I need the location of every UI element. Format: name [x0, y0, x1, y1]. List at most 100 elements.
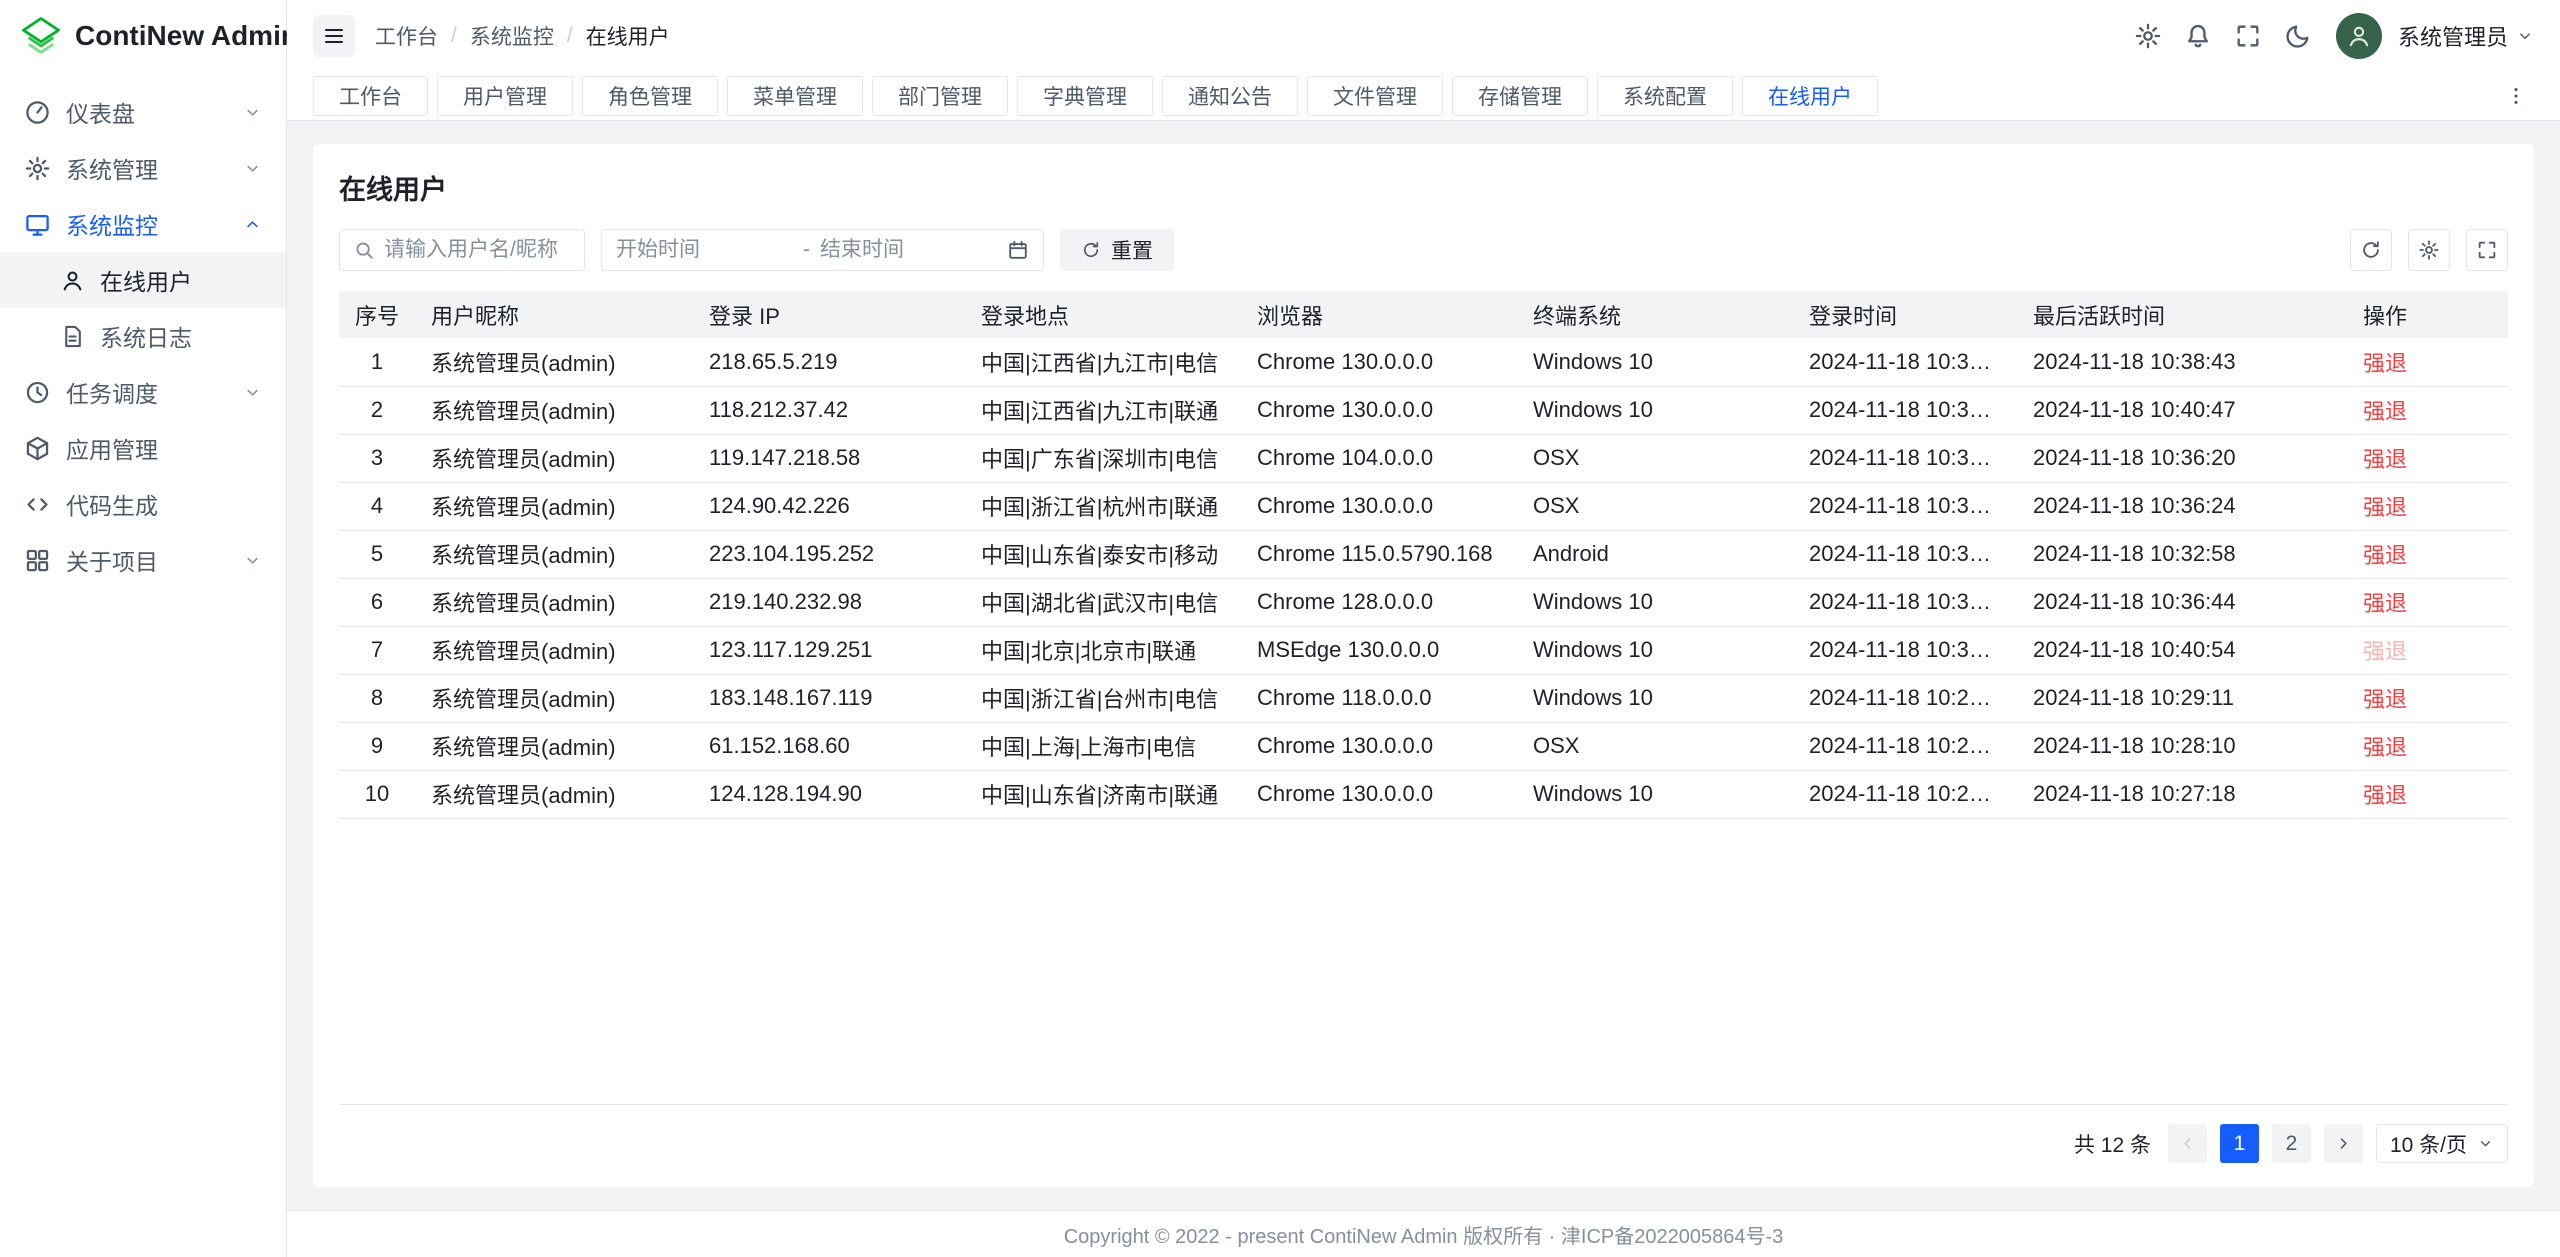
table-row: 5系统管理员(admin)223.104.195.252中国|山东省|泰安市|移… [339, 530, 2508, 578]
calendar-icon [1007, 239, 1029, 261]
force-logout-link[interactable]: 强退 [2363, 687, 2407, 712]
tab-4[interactable]: 部门管理 [872, 76, 1008, 116]
cell-last_active: 2024-11-18 10:38:43 [2017, 338, 2347, 386]
cell-location: 中国|山东省|济南市|联通 [965, 770, 1241, 818]
cell-location: 中国|浙江省|杭州市|联通 [965, 482, 1241, 530]
sidebar-item[interactable]: 任务调度 [0, 364, 286, 420]
cell-last_active: 2024-11-18 10:36:24 [2017, 482, 2347, 530]
tab-6[interactable]: 通知公告 [1162, 76, 1298, 116]
table-settings-button[interactable] [2408, 229, 2450, 271]
cell-ip: 61.152.168.60 [693, 722, 965, 770]
force-logout-link[interactable]: 强退 [2363, 735, 2407, 760]
tab-10[interactable]: 在线用户 [1742, 76, 1878, 116]
force-logout-link[interactable]: 强退 [2363, 639, 2407, 664]
start-time-input[interactable] [616, 238, 793, 262]
dark-mode-icon [2284, 22, 2312, 50]
cell-last_active: 2024-11-18 10:28:10 [2017, 722, 2347, 770]
tab-more-button[interactable] [2498, 78, 2534, 114]
sidebar-item[interactable]: 关于项目 [0, 532, 286, 588]
chevron-up-icon [243, 215, 262, 234]
page-size-select[interactable]: 10 条/页 [2376, 1124, 2508, 1163]
settings-button[interactable] [2126, 14, 2170, 58]
end-time-input[interactable] [820, 238, 997, 262]
cell-location: 中国|上海|上海市|电信 [965, 722, 1241, 770]
online-users-card: 在线用户 - 重置 [313, 144, 2534, 1187]
force-logout-link[interactable]: 强退 [2363, 351, 2407, 376]
cell-last_active: 2024-11-18 10:40:47 [2017, 386, 2347, 434]
tab-2[interactable]: 角色管理 [582, 76, 718, 116]
search-input[interactable] [384, 238, 571, 262]
force-logout-link[interactable]: 强退 [2363, 399, 2407, 424]
cell-browser: Chrome 115.0.5790.168 [1241, 530, 1517, 578]
table-body: 1系统管理员(admin)218.65.5.219中国|江西省|九江市|电信Ch… [339, 338, 2508, 818]
tab-1[interactable]: 用户管理 [437, 76, 573, 116]
tab-label: 字典管理 [1043, 81, 1127, 111]
cell-browser: Chrome 104.0.0.0 [1241, 434, 1517, 482]
next-page-button[interactable] [2324, 1124, 2363, 1163]
monitor-icon [24, 211, 51, 238]
tab-label: 用户管理 [463, 81, 547, 111]
tab-8[interactable]: 存储管理 [1452, 76, 1588, 116]
sidebar-subitem[interactable]: 在线用户 [0, 252, 286, 308]
avatar[interactable] [2336, 13, 2382, 59]
user-name[interactable]: 系统管理员 [2398, 20, 2508, 52]
table-refresh-button[interactable] [2350, 229, 2392, 271]
force-logout-link[interactable]: 强退 [2363, 591, 2407, 616]
cell-location: 中国|北京|北京市|联通 [965, 626, 1241, 674]
breadcrumb-item-workbench[interactable]: 工作台 [375, 21, 438, 51]
prev-page-button[interactable] [2168, 1124, 2207, 1163]
cell-no: 4 [339, 482, 415, 530]
column-header: 终端系统 [1517, 291, 1793, 338]
tab-9[interactable]: 系统配置 [1597, 76, 1733, 116]
cell-no: 6 [339, 578, 415, 626]
force-logout-link[interactable]: 强退 [2363, 783, 2407, 808]
table-container: 序号用户昵称登录 IP登录地点浏览器终端系统登录时间最后活跃时间操作 1系统管理… [339, 291, 2508, 1105]
force-logout-link[interactable]: 强退 [2363, 495, 2407, 520]
cell-login_time: 2024-11-18 10:36:15 [1793, 434, 2017, 482]
sidebar-item[interactable]: 系统管理 [0, 140, 286, 196]
tab-3[interactable]: 菜单管理 [727, 76, 863, 116]
cell-os: Windows 10 [1517, 674, 1793, 722]
table-row: 4系统管理员(admin)124.90.42.226中国|浙江省|杭州市|联通C… [339, 482, 2508, 530]
cell-last_active: 2024-11-18 10:29:11 [2017, 674, 2347, 722]
force-logout-link[interactable]: 强退 [2363, 543, 2407, 568]
chevron-down-icon[interactable] [2516, 27, 2534, 45]
sidebar-subitem-label: 在线用户 [100, 263, 262, 297]
cell-last_active: 2024-11-18 10:36:20 [2017, 434, 2347, 482]
sidebar-item[interactable]: 代码生成 [0, 476, 286, 532]
table-head: 序号用户昵称登录 IP登录地点浏览器终端系统登录时间最后活跃时间操作 [339, 291, 2508, 338]
tab-5[interactable]: 字典管理 [1017, 76, 1153, 116]
cell-browser: Chrome 130.0.0.0 [1241, 482, 1517, 530]
chevron-down-icon [243, 551, 262, 570]
sidebar-subitem[interactable]: 系统日志 [0, 308, 286, 364]
column-header: 浏览器 [1241, 291, 1517, 338]
search-box [339, 229, 585, 271]
notifications-button[interactable] [2176, 14, 2220, 58]
breadcrumb-item-monitor[interactable]: 系统监控 [470, 21, 554, 51]
reset-button[interactable]: 重置 [1060, 229, 1174, 271]
sidebar-item[interactable]: 仪表盘 [0, 84, 286, 140]
cell-login_time: 2024-11-18 10:30:47 [1793, 626, 2017, 674]
sidebar-subitem-label: 系统日志 [100, 319, 262, 353]
cell-action: 强退 [2347, 482, 2508, 530]
sidebar-item[interactable]: 应用管理 [0, 420, 286, 476]
tab-7[interactable]: 文件管理 [1307, 76, 1443, 116]
cell-login_time: 2024-11-18 10:28:39 [1793, 674, 2017, 722]
app-logo[interactable]: ContiNew Admin [0, 0, 286, 72]
cell-ip: 219.140.232.98 [693, 578, 965, 626]
breadcrumb: 工作台 / 系统监控 / 在线用户 [375, 21, 670, 51]
table-fullscreen-button[interactable] [2466, 229, 2508, 271]
tab-0[interactable]: 工作台 [313, 76, 428, 116]
table-row: 10系统管理员(admin)124.128.194.90中国|山东省|济南市|联… [339, 770, 2508, 818]
page-button-2[interactable]: 2 [2272, 1124, 2311, 1163]
force-logout-link[interactable]: 强退 [2363, 447, 2407, 472]
cell-browser: Chrome 130.0.0.0 [1241, 386, 1517, 434]
sidebar-item[interactable]: 系统监控 [0, 196, 286, 252]
sidebar-collapse-button[interactable] [313, 15, 355, 57]
cell-no: 2 [339, 386, 415, 434]
fullscreen-button[interactable] [2226, 14, 2270, 58]
dark-mode-button[interactable] [2276, 14, 2320, 58]
cell-no: 9 [339, 722, 415, 770]
cell-location: 中国|广东省|深圳市|电信 [965, 434, 1241, 482]
page-button-1[interactable]: 1 [2220, 1124, 2259, 1163]
